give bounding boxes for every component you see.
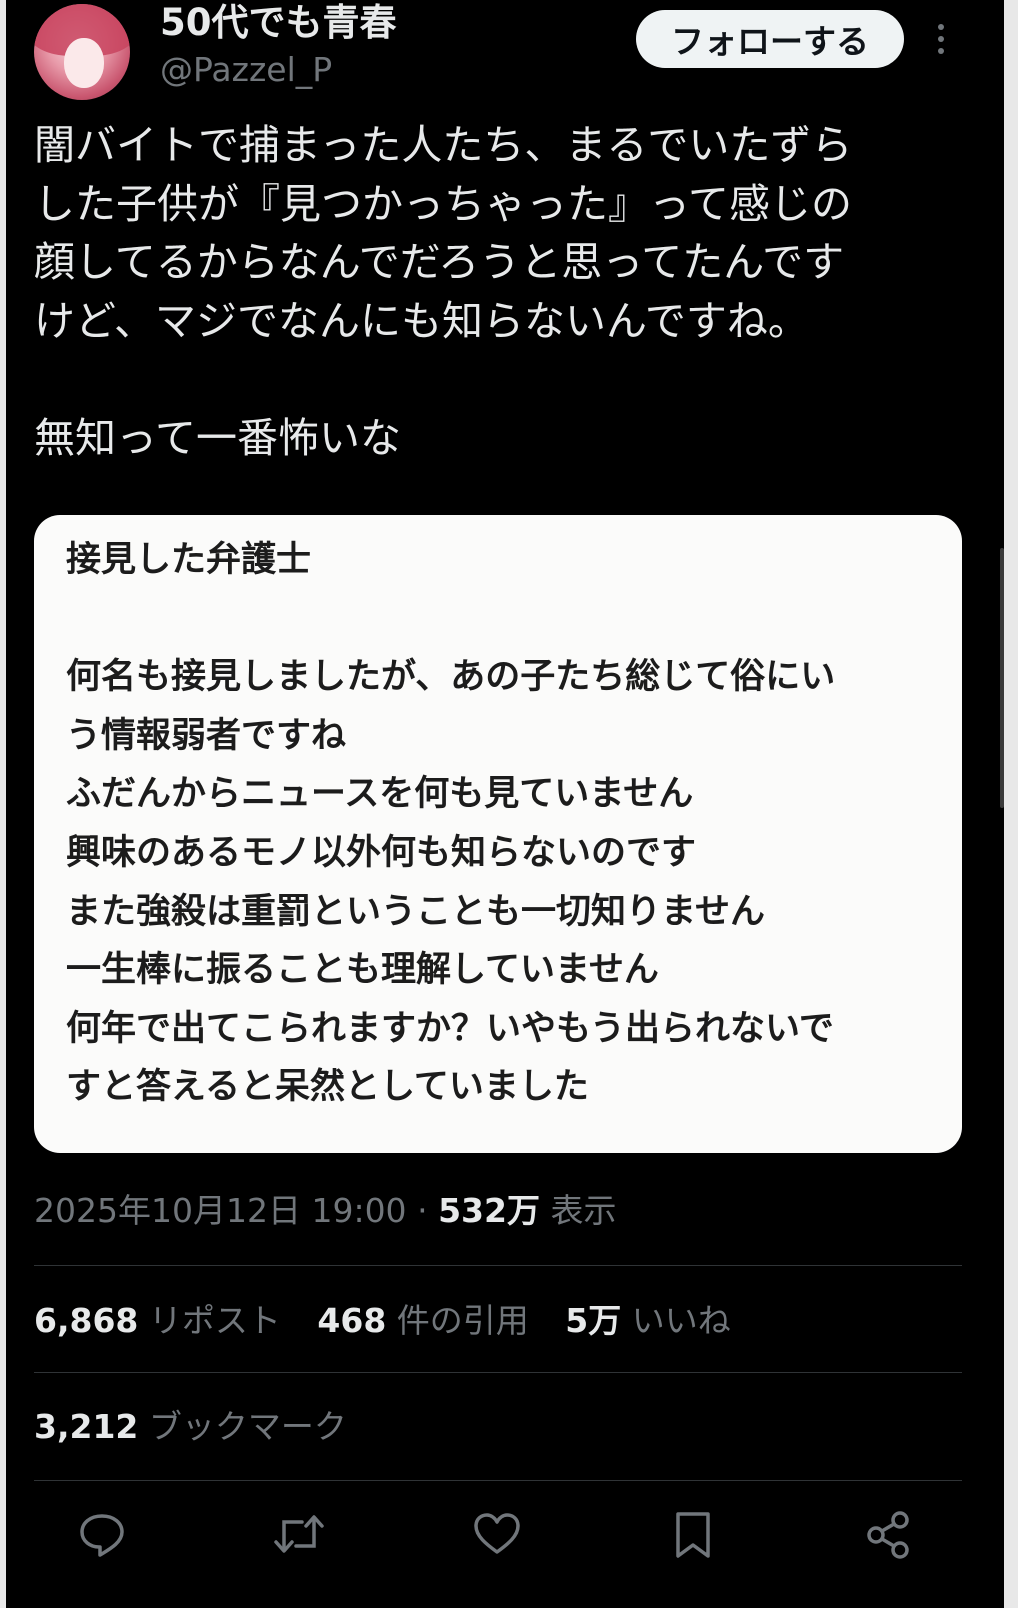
engagement-stats: 6,868 リポスト 468 件の引用 5万 いいね — [34, 1296, 757, 1346]
reply-button[interactable] — [78, 1510, 126, 1558]
views-label: 表示 — [550, 1191, 617, 1230]
meta-separator: · — [417, 1191, 428, 1230]
tweet-meta: 2025年10月12日 19:00 · 532万 表示 — [34, 1186, 616, 1236]
right-edge — [1004, 0, 1018, 1608]
tweet-text: 闇バイトで捕まった人たち、まるでいたずら した子供が『見つかっちゃった』って感じ… — [34, 121, 853, 462]
divider — [34, 1480, 962, 1481]
bookmarks-stat[interactable]: 3,212 ブックマーク — [34, 1402, 347, 1452]
share-icon — [867, 1511, 909, 1559]
divider — [34, 1372, 962, 1373]
views-count: 532万 — [438, 1191, 540, 1230]
repost-button[interactable] — [272, 1510, 326, 1558]
divider — [34, 1265, 962, 1266]
scrollbar[interactable] — [1000, 548, 1004, 808]
avatar-face — [64, 38, 104, 88]
user-handle[interactable]: @Pazzel_P — [160, 48, 332, 92]
image-text: 接見した弁護士 何名も接見しましたが、あの子たち総じて俗にい う情報弱者ですね … — [66, 540, 836, 1108]
reply-icon — [80, 1514, 124, 1557]
reposts-label: リポスト — [148, 1301, 281, 1340]
bookmark-icon — [676, 1512, 710, 1558]
like-icon — [474, 1513, 520, 1554]
follow-button[interactable]: フォローする — [636, 10, 904, 68]
bookmark-button[interactable] — [672, 1510, 714, 1560]
like-button[interactable] — [472, 1510, 522, 1558]
likes-stat[interactable]: 5万 いいね — [565, 1301, 730, 1340]
more-options-icon[interactable] — [928, 22, 954, 56]
tweet-screen: 50代でも青春 @Pazzel_P フォローする 闇バイトで捕まった人たち、まる… — [0, 0, 1018, 1608]
quotes-stat[interactable]: 468 件の引用 — [317, 1301, 539, 1340]
left-edge — [0, 0, 6, 1608]
bookmarks-count: 3,212 — [34, 1407, 139, 1446]
reposts-count: 6,868 — [34, 1301, 139, 1340]
repost-icon — [274, 1515, 324, 1553]
bookmarks-label: ブックマーク — [148, 1407, 347, 1446]
reposts-stat[interactable]: 6,868 リポスト — [34, 1301, 291, 1340]
quotes-label: 件の引用 — [396, 1301, 529, 1340]
quotes-count: 468 — [317, 1301, 387, 1340]
timestamp[interactable]: 2025年10月12日 19:00 — [34, 1191, 407, 1230]
share-button[interactable] — [864, 1510, 914, 1560]
avatar[interactable] — [34, 4, 130, 100]
attached-image-card[interactable]: 接見した弁護士 何名も接見しましたが、あの子たち総じて俗にい う情報弱者ですね … — [34, 515, 962, 1153]
likes-label: いいね — [631, 1301, 731, 1340]
likes-count: 5万 — [565, 1301, 622, 1340]
display-name[interactable]: 50代でも青春 — [160, 0, 397, 46]
